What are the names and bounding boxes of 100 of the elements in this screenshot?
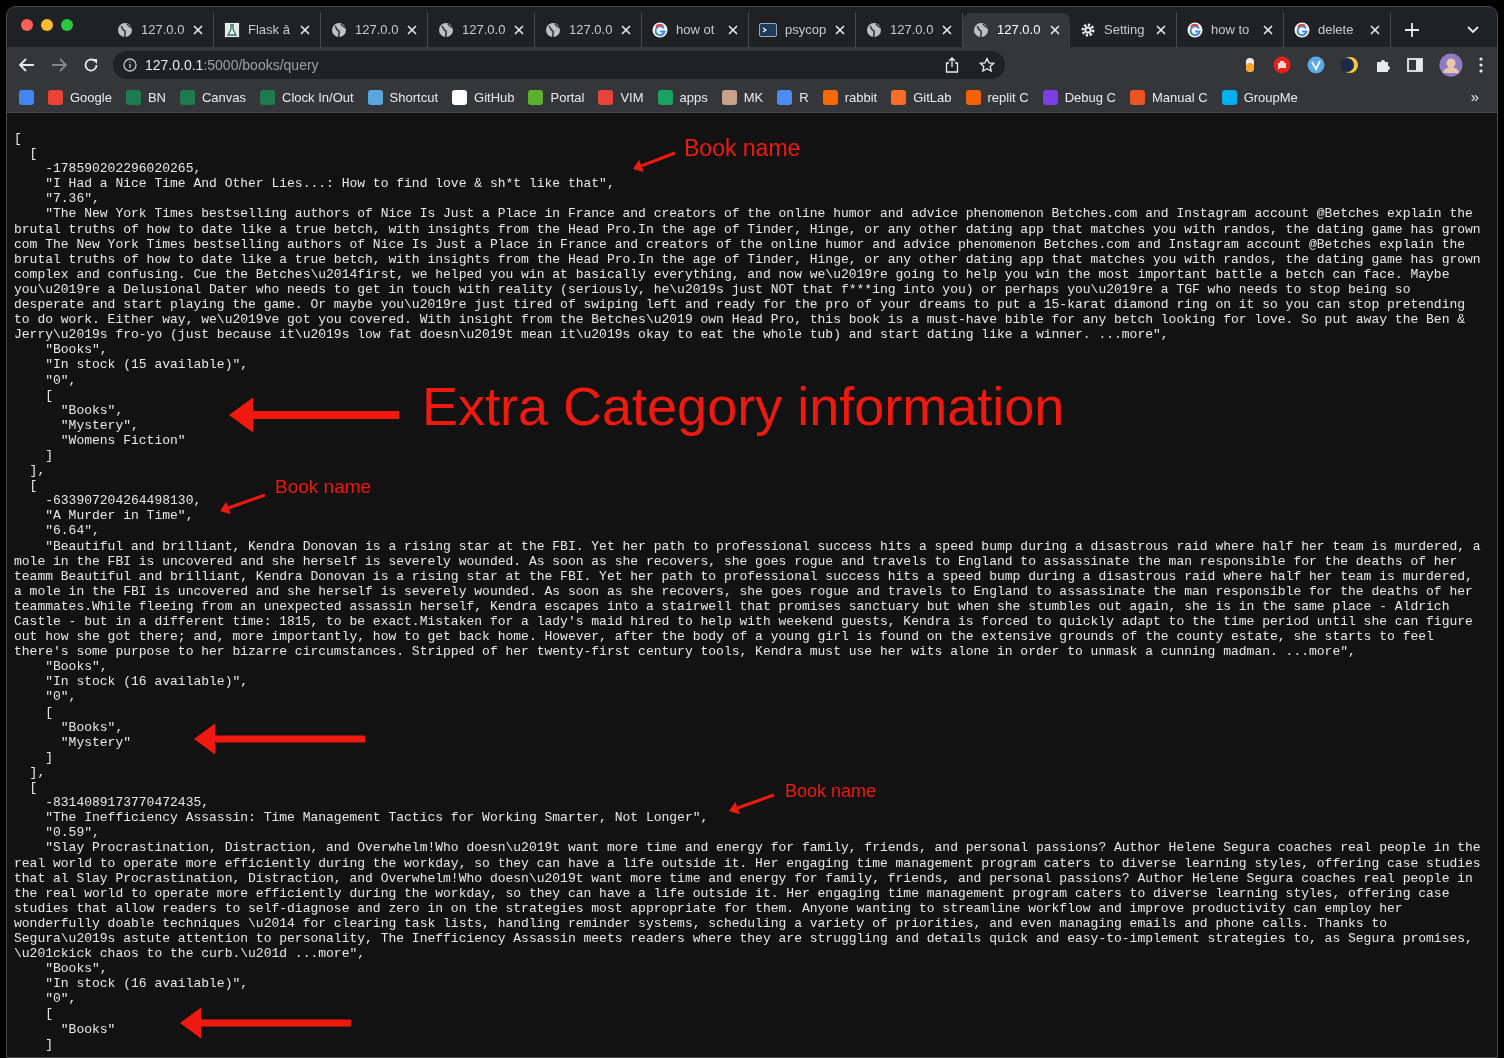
close-icon[interactable] bbox=[835, 25, 845, 35]
url-host: 127.0.0.1 bbox=[145, 56, 204, 73]
bookmark-link[interactable]: GitLab bbox=[913, 87, 952, 108]
json-line: -633907204264498130, bbox=[44, 493, 202, 509]
bookmark-link[interactable]: Canvas bbox=[202, 87, 247, 108]
json-line: "Books", bbox=[44, 961, 108, 977]
share-icon[interactable] bbox=[945, 57, 959, 73]
puzzle-icon[interactable] bbox=[1375, 57, 1391, 73]
json-line: [ bbox=[28, 780, 38, 796]
bookmark-link[interactable]: Manual C bbox=[1152, 87, 1208, 108]
flask-icon bbox=[224, 22, 240, 38]
extension-icon[interactable] bbox=[1243, 57, 1257, 73]
info-icon[interactable] bbox=[123, 58, 137, 72]
json-line: desperate and start playing the game. Or maybe you\u2019re just tired of swiping left and ready for the pro of your dreams to put a 15-karat diamond ring on it so you can stop pretending bbox=[14, 297, 1466, 313]
json-line: [ bbox=[28, 478, 38, 494]
google-icon bbox=[652, 22, 668, 38]
json-line: Castle - but in a different time: 1815, to be exact.Mistaken for a lady's maid hired to help with weekend guests, Kendra is forced to quickly adapt to the time period until she can figure bbox=[14, 614, 1473, 630]
back-arrow-icon[interactable] bbox=[19, 58, 35, 72]
json-line: [ bbox=[44, 704, 53, 720]
forward-arrow-icon[interactable] bbox=[51, 58, 67, 72]
json-line: Jerry\u2019s fro-yo (just because it\u2019s low fat doesn\u2019t mean it\u2019s okay to eat the whole tub) and start dating like a winner. ...more", bbox=[14, 327, 1169, 343]
close-icon[interactable] bbox=[728, 25, 738, 35]
json-line: "Mystery", bbox=[59, 417, 139, 433]
globe-icon bbox=[973, 22, 989, 38]
bookmark-link[interactable]: VIM bbox=[620, 87, 644, 108]
annotation-label: Book name bbox=[785, 782, 877, 800]
bookmark-link[interactable]: R bbox=[799, 87, 809, 108]
address-bar[interactable]: 127.0.0.1:5000/books/query bbox=[113, 51, 1005, 79]
json-line: that al Slay Procrastination, Distraction, and Overwhelm!Who doesn\u2019t want more time and energy for family, friends, and personal passions? Author Helene Segura coaches real people in bbox=[14, 870, 1473, 886]
bookmark-link[interactable]: Debug C bbox=[1064, 87, 1116, 108]
tab-title: 127.0.0 bbox=[569, 21, 613, 40]
close-icon[interactable] bbox=[514, 25, 524, 35]
json-line: complex and confusing. Cue the Betches\u2014first, we helped you win at basically everything, and now we\u2019re going to help you win the most important battle a betch can face. Maybe bbox=[14, 266, 1450, 282]
tab-title: 127.0.0 bbox=[890, 21, 934, 40]
json-line: brutal truths of how to date like a true betch, with insights from the Head Pro.In the age of Tinder, Hinge, or any other dating app that matches you with randos, the dating game has grown bbox=[14, 251, 1481, 267]
json-line: studies that allow readers to self-diagnose and zero in on the strategies most appropriate for them. Anyone wanting to streamline workflow and improve productivity can employ her bbox=[14, 900, 1403, 916]
close-icon[interactable] bbox=[1263, 25, 1273, 35]
json-line: -178590202296020265, bbox=[44, 161, 202, 177]
avatar-icon[interactable] bbox=[1439, 53, 1463, 77]
bookmark-link[interactable]: GitHub bbox=[474, 87, 515, 108]
json-line: "Books", bbox=[44, 342, 108, 358]
bookmark-link[interactable]: rabbit bbox=[844, 87, 878, 108]
json-line: "I Had a Nice Time And Other Lies...: How to find love & sh*t like that", bbox=[44, 176, 615, 192]
hand-icon[interactable] bbox=[1273, 56, 1291, 74]
tab-title: how to bbox=[1211, 21, 1251, 40]
more-vertical-icon[interactable] bbox=[1479, 57, 1483, 73]
json-line: ], bbox=[28, 463, 46, 479]
bookmark-link[interactable]: apps bbox=[679, 87, 708, 108]
json-line: Segura\u2019s astute attention to personality, The Inefficiency Assassin meets readers where they are struggling and details quick and easy-to-implement strategies to, as Segura promises, bbox=[14, 930, 1473, 947]
bookmark-link[interactable]: Clock In/Out bbox=[282, 87, 354, 108]
bookmark-link[interactable]: replit C bbox=[987, 87, 1029, 108]
tab-title: 127.0.0 bbox=[997, 21, 1042, 40]
close-icon[interactable] bbox=[407, 25, 417, 35]
tab-title: psycop bbox=[785, 21, 827, 40]
bookmark-link[interactable]: Shortcut bbox=[389, 87, 438, 108]
json-line: teamm Beautiful and brilliant, Kendra Donovan is a rising star at the FBI. Yet her path to professional success hits a speed bump during a disastrous raid where half her team is murdered, bbox=[14, 568, 1473, 584]
star-icon[interactable] bbox=[979, 57, 995, 73]
tab-title: how ot bbox=[676, 21, 716, 40]
tab-title: Flask â bbox=[248, 21, 291, 40]
json-line: real world to operate more efficiently during the workday, so they can have a life outside it. Her engaging time management program caters to diverse learning styles, offering case studies bbox=[14, 855, 1481, 871]
close-icon[interactable] bbox=[621, 25, 631, 35]
close-icon[interactable] bbox=[1050, 25, 1060, 35]
extension-icon[interactable] bbox=[1307, 56, 1325, 74]
chevron-down-icon[interactable] bbox=[1467, 26, 1479, 34]
close-icon[interactable] bbox=[1156, 25, 1166, 35]
sidebar-icon[interactable] bbox=[1407, 57, 1423, 73]
close-icon[interactable] bbox=[942, 25, 952, 35]
json-line: "7.36", bbox=[44, 191, 100, 207]
globe-icon bbox=[866, 22, 882, 38]
arrow bbox=[729, 793, 775, 815]
json-line: "Books", bbox=[59, 719, 124, 735]
json-line: ], bbox=[28, 764, 46, 781]
tab-title: 127.0.0 bbox=[141, 21, 185, 40]
json-line: "Womens Fiction" bbox=[59, 432, 186, 448]
json-line: to do work. Either way, we\u2019ve got you covered. With insight from the Betches\u2019 own Head Pro, this book is a must-have bible for any betch looking for love. So put away the Ben & bbox=[14, 312, 1466, 328]
bookmark-link[interactable]: BN bbox=[147, 87, 166, 108]
more-bookmarks-button[interactable]: » bbox=[1470, 86, 1479, 109]
moon-icon[interactable] bbox=[1341, 56, 1359, 74]
json-line: com The New York Times bestselling authors of Nice Is Just a Place in France and creators of the online humor and advice phenomenon Betches.com and Instagram account @Betches explain the bbox=[14, 236, 1466, 252]
json-line: "Beautiful and brilliant, Kendra Donovan is a rising star at the FBI. Yet her path to professional success hits a speed bump during a disastrous raid where half her team is murdered, a bbox=[44, 538, 1481, 554]
new-tab-icon[interactable] bbox=[1405, 23, 1419, 37]
json-line: "6.64", bbox=[44, 523, 100, 539]
close-icon[interactable] bbox=[300, 25, 310, 35]
json-line: "Mystery" bbox=[59, 734, 132, 750]
bookmark-link[interactable]: Portal bbox=[550, 87, 585, 108]
json-line: brutal truths of how to date like a true betch, with insights from the Head Pro.In the age of Tinder, Hinge, or any other dating app that matches you with randos, the dating game has grown bbox=[14, 221, 1481, 237]
arrow bbox=[220, 493, 266, 515]
bookmark-link[interactable]: GroupMe bbox=[1243, 87, 1298, 108]
json-line: a mole in the FBI is uncovered and she herself is severely wounded. As soon as she recovers, she goes rogue and travels to England to assassinate the man responsible for the deaths of her bbox=[14, 583, 1473, 599]
reload-icon[interactable] bbox=[83, 57, 99, 73]
bookmark-link[interactable]: Google bbox=[70, 87, 112, 108]
tab-title: 127.0.0 bbox=[355, 21, 399, 40]
globe-icon bbox=[117, 22, 133, 38]
browser-tab[interactable]: 127.0.0 bbox=[963, 13, 1070, 47]
json-line: -8314089173770472435, bbox=[44, 795, 210, 811]
close-icon[interactable] bbox=[1370, 25, 1380, 35]
bookmark-link[interactable]: MK bbox=[743, 87, 764, 108]
json-line: ] bbox=[44, 447, 53, 464]
globe-icon bbox=[438, 22, 454, 38]
close-icon[interactable] bbox=[193, 25, 203, 35]
